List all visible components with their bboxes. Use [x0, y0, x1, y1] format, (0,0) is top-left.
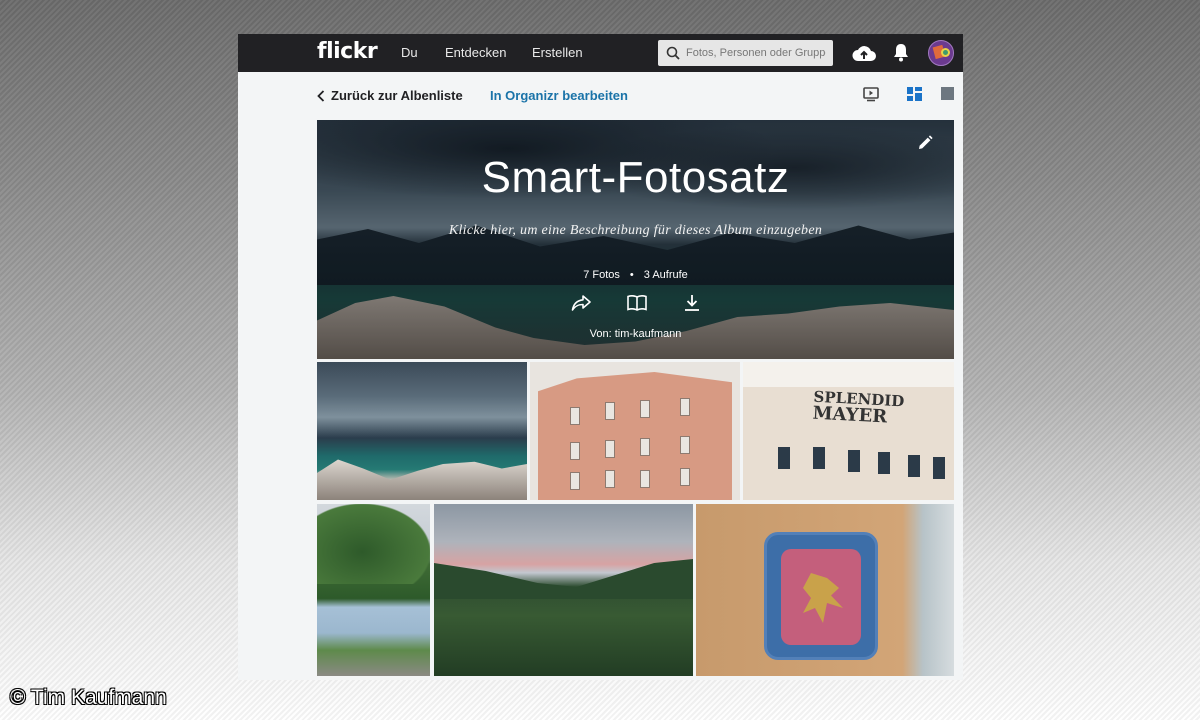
view-count: 3 Aufrufe: [643, 269, 688, 281]
search-input[interactable]: [686, 47, 826, 59]
photo-blue-tile-griffin[interactable]: [696, 504, 954, 676]
album-cover: Smart-Fotosatz Klicke hier, um eine Besc…: [317, 120, 954, 359]
chevron-left-icon: [317, 89, 325, 102]
album-toolbar: Zurück zur Albenliste In Organizr bearbe…: [238, 72, 963, 120]
photo-trees-buildings-promenade[interactable]: [317, 504, 430, 676]
photo-pink-building-balconies[interactable]: [530, 362, 740, 500]
back-label: Zurück zur Albenliste: [331, 88, 463, 103]
search-box[interactable]: [658, 40, 833, 66]
photo-splendid-mayer-hotel[interactable]: SPLENDID MAYER: [743, 362, 954, 500]
download-icon[interactable]: [683, 294, 701, 312]
book-icon[interactable]: [626, 294, 647, 312]
top-navigation-bar: flickr Du Entdecken Erstellen: [238, 34, 963, 72]
pencil-icon[interactable]: [917, 135, 933, 151]
edit-in-organizr-link[interactable]: In Organizr bearbeiten: [490, 88, 628, 103]
photo-count: 7 Fotos: [583, 269, 620, 281]
grid-view-icon[interactable]: [907, 87, 922, 101]
flickr-logo[interactable]: flickr: [317, 39, 378, 64]
separator-dot: •: [629, 269, 634, 281]
album-stats: 7 Fotos • 3 Aufrufe: [317, 269, 954, 281]
nav-erstellen[interactable]: Erstellen: [532, 45, 583, 60]
photo-green-valley-sunset[interactable]: [434, 504, 693, 676]
nav-du[interactable]: Du: [401, 45, 418, 60]
share-icon[interactable]: [571, 294, 591, 312]
nav-entdecken[interactable]: Entdecken: [445, 45, 506, 60]
back-to-albums-link[interactable]: Zurück zur Albenliste: [317, 88, 463, 103]
photo-lake-mountains-rocks[interactable]: [317, 362, 527, 500]
upload-cloud-icon[interactable]: [851, 43, 877, 63]
browser-window: flickr Du Entdecken Erstellen Fotos, Per…: [238, 34, 963, 680]
album-actions: [317, 294, 954, 312]
search-icon: [666, 46, 680, 60]
slideshow-icon[interactable]: [863, 87, 879, 102]
album-owner[interactable]: Von: tim-kaufmann: [317, 328, 954, 340]
single-view-icon[interactable]: [941, 87, 954, 100]
user-avatar[interactable]: [928, 40, 954, 66]
hotel-sign: SPLENDID MAYER: [812, 387, 905, 428]
bell-icon[interactable]: [893, 43, 909, 62]
album-description-prompt[interactable]: Klicke hier, um eine Beschreibung für di…: [317, 223, 954, 239]
copyright-watermark: © Tim Kaufmann: [10, 686, 167, 709]
album-title[interactable]: Smart-Fotosatz: [317, 153, 954, 203]
